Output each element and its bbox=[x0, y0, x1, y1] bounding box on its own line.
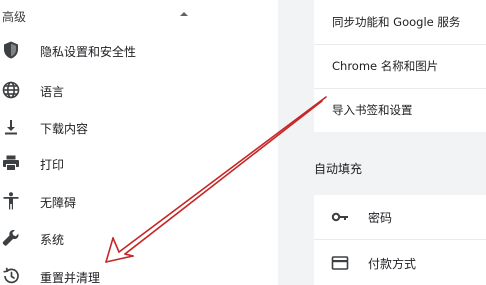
sidebar-item-accessibility[interactable]: 无障碍 bbox=[0, 183, 278, 219]
credit-card-icon bbox=[331, 255, 349, 271]
autofill-section-title: 自动填充 bbox=[314, 162, 363, 176]
row-label: 同步功能和 Google 服务 bbox=[332, 15, 461, 29]
row-label: 密码 bbox=[368, 211, 393, 225]
sidebar-item-label: 打印 bbox=[40, 158, 65, 172]
divider bbox=[314, 239, 486, 240]
sidebar-item-label: 隐私设置和安全性 bbox=[40, 45, 137, 59]
settings-main: 同步功能和 Google 服务 Chrome 名称和图片 导入书签和设置 自动填… bbox=[278, 0, 486, 285]
wrench-icon bbox=[1, 228, 21, 248]
autofill-card: 密码 付款方式 bbox=[314, 195, 486, 285]
sidebar-item-languages[interactable]: 语言 bbox=[0, 72, 278, 108]
sidebar-item-label: 无障碍 bbox=[40, 196, 77, 210]
passwords-row[interactable]: 密码 bbox=[314, 195, 486, 239]
advanced-section-toggle[interactable]: 高级 bbox=[0, 0, 278, 32]
settings-window: 高级 隐私设置和安全性 语言 下载内容 打印 无障碍 系统 重置并清理 同步功能… bbox=[0, 0, 486, 285]
row-label: 导入书签和设置 bbox=[332, 103, 413, 117]
sidebar-item-printing[interactable]: 打印 bbox=[0, 145, 278, 181]
row-label: Chrome 名称和图片 bbox=[332, 59, 439, 73]
accessibility-icon bbox=[1, 191, 21, 211]
sidebar-item-privacy[interactable]: 隐私设置和安全性 bbox=[0, 32, 278, 68]
row-label: 付款方式 bbox=[368, 257, 417, 271]
advanced-label: 高级 bbox=[2, 10, 27, 24]
sidebar-item-label: 语言 bbox=[40, 85, 65, 99]
sidebar-item-system[interactable]: 系统 bbox=[0, 220, 278, 256]
printer-icon bbox=[1, 153, 21, 173]
sidebar-item-label: 重置并清理 bbox=[40, 271, 101, 285]
payment-methods-row[interactable]: 付款方式 bbox=[314, 241, 486, 285]
restore-icon bbox=[1, 266, 21, 285]
settings-sidebar: 高级 隐私设置和安全性 语言 下载内容 打印 无障碍 系统 重置并清理 bbox=[0, 0, 278, 285]
key-icon bbox=[331, 209, 349, 225]
collapse-arrow-icon bbox=[180, 12, 188, 16]
shield-icon bbox=[1, 40, 21, 60]
sync-services-row[interactable]: 同步功能和 Google 服务 bbox=[314, 0, 486, 44]
download-icon bbox=[1, 117, 21, 137]
chrome-name-picture-row[interactable]: Chrome 名称和图片 bbox=[314, 44, 486, 88]
import-bookmarks-row[interactable]: 导入书签和设置 bbox=[314, 88, 486, 132]
people-card: 同步功能和 Google 服务 Chrome 名称和图片 导入书签和设置 bbox=[314, 0, 486, 132]
sidebar-item-reset[interactable]: 重置并清理 bbox=[0, 258, 278, 285]
sidebar-item-label: 系统 bbox=[40, 233, 65, 247]
sidebar-item-downloads[interactable]: 下载内容 bbox=[0, 109, 278, 145]
globe-icon bbox=[1, 80, 21, 100]
sidebar-item-label: 下载内容 bbox=[40, 122, 89, 136]
